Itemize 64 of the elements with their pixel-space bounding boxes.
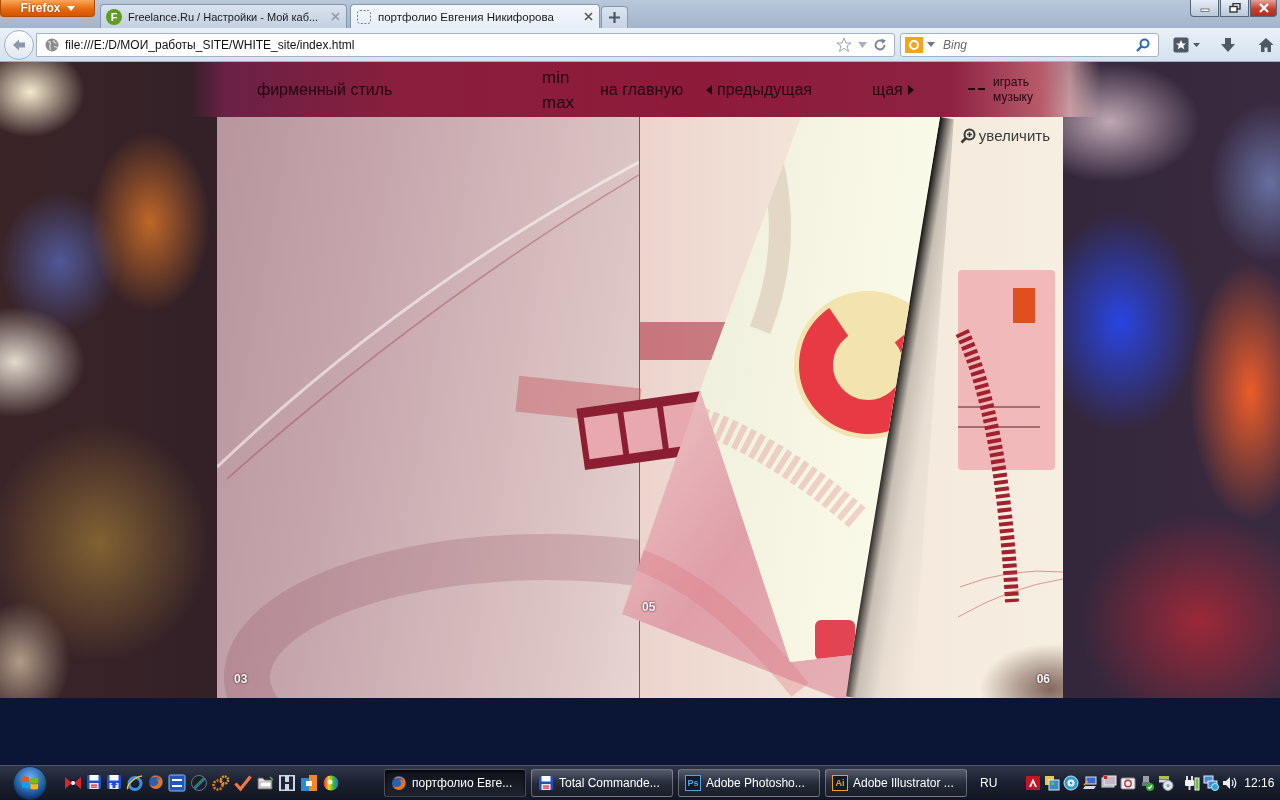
home-icon[interactable] bbox=[1258, 36, 1274, 53]
taskbar-window-button[interactable]: портфолио Евге... bbox=[384, 768, 526, 797]
new-tab-button[interactable] bbox=[601, 6, 628, 28]
color-wheel-icon[interactable] bbox=[322, 773, 340, 792]
back-button[interactable] bbox=[4, 29, 34, 60]
page-number: 05 bbox=[642, 600, 656, 614]
browser-tab[interactable]: F Freelance.Ru / Настройки - Мой каб... bbox=[100, 4, 347, 28]
close-button[interactable] bbox=[1250, 0, 1277, 17]
taskbar-window-button[interactable]: Ps Adobe Photosho... bbox=[678, 768, 820, 797]
double-dash-icon bbox=[968, 88, 985, 91]
download-arrow-icon[interactable] bbox=[1220, 36, 1236, 53]
restore-icon bbox=[1228, 3, 1241, 13]
triangle-left-icon bbox=[706, 84, 712, 95]
split-tile-icon[interactable] bbox=[300, 773, 318, 792]
fox-globe-icon bbox=[391, 774, 407, 791]
bracket-tile-icon[interactable] bbox=[278, 773, 296, 792]
close-icon bbox=[1257, 3, 1270, 13]
restore-button[interactable] bbox=[1220, 0, 1249, 17]
page-number: 06 bbox=[1036, 672, 1050, 686]
power-plug-icon[interactable] bbox=[1184, 774, 1201, 791]
star-icon[interactable] bbox=[836, 36, 852, 53]
fox-globe-icon[interactable] bbox=[148, 773, 164, 790]
bookmarks-menu-icon[interactable] bbox=[1173, 36, 1201, 53]
page-number: 03 bbox=[234, 672, 248, 686]
network-computer-icon[interactable] bbox=[1082, 774, 1099, 791]
slashed-circle-icon[interactable] bbox=[190, 773, 208, 792]
plus-icon bbox=[609, 12, 620, 23]
start-button[interactable] bbox=[10, 765, 50, 800]
disc-stack-icon[interactable] bbox=[1158, 774, 1175, 791]
network-icon[interactable] bbox=[1203, 774, 1220, 791]
globe-icon bbox=[45, 37, 59, 52]
search-bar[interactable]: Bing bbox=[900, 32, 1159, 57]
browser-tab[interactable]: портфолио Евгения Никифорова bbox=[350, 4, 600, 28]
usb-check-icon[interactable] bbox=[1139, 774, 1156, 791]
minimize-button[interactable] bbox=[1190, 0, 1219, 17]
checkmark-icon[interactable] bbox=[234, 773, 252, 792]
disc-icon[interactable] bbox=[1063, 774, 1080, 791]
app-logo: Ps bbox=[685, 774, 701, 791]
site-logo: F bbox=[106, 8, 122, 25]
monitor-icon[interactable] bbox=[1101, 774, 1118, 791]
caret-icon bbox=[66, 5, 75, 11]
reload-icon[interactable] bbox=[873, 37, 887, 52]
caret-icon[interactable] bbox=[927, 42, 935, 47]
blank-page-icon bbox=[356, 8, 372, 25]
window-grid-icon[interactable] bbox=[1044, 774, 1061, 791]
clock[interactable]: 12:16 bbox=[1244, 775, 1275, 790]
taskbar-window-button[interactable]: Total Commande... bbox=[531, 768, 673, 797]
language-indicator[interactable]: RU bbox=[980, 775, 998, 790]
camera-icon[interactable] bbox=[1120, 774, 1137, 791]
triangle-right-icon bbox=[907, 84, 914, 95]
taskbar-window-button[interactable]: Ai Adobe Illustrator ... bbox=[825, 768, 967, 797]
ring-orbit-icon[interactable] bbox=[126, 773, 144, 792]
gears-icon[interactable] bbox=[212, 773, 230, 792]
address-bar[interactable]: file:///E:/D/МОИ_работы_SITE/WHITE_site/index.html bbox=[36, 32, 895, 57]
search-field[interactable]: Bing bbox=[939, 37, 1132, 52]
floppy-upload-icon[interactable] bbox=[106, 773, 122, 790]
chevron-tile-icon[interactable] bbox=[1025, 774, 1042, 791]
app-logo: Ai bbox=[832, 774, 848, 791]
zoom-in-icon bbox=[959, 127, 976, 144]
close-icon[interactable] bbox=[584, 12, 593, 21]
zoom-button[interactable]: увеличить bbox=[959, 127, 1050, 144]
search-icon[interactable] bbox=[1136, 37, 1150, 52]
address-field[interactable]: file:///E:/D/МОИ_работы_SITE/WHITE_site/index.html bbox=[65, 37, 830, 52]
square-tile-icon[interactable] bbox=[168, 773, 186, 792]
